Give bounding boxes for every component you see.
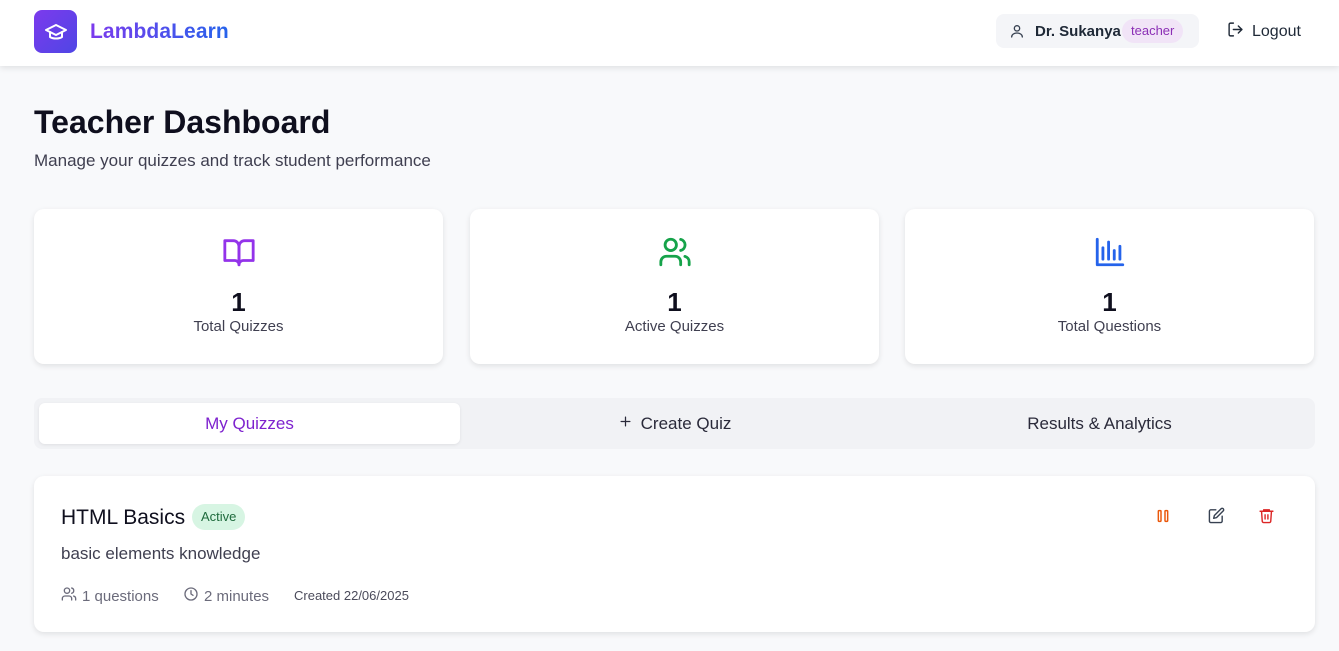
quiz-duration: 2 minutes	[183, 586, 269, 606]
stat-value: 1	[1102, 287, 1117, 317]
stat-value: 1	[667, 287, 682, 317]
book-open-icon	[222, 235, 256, 274]
tab-label: Create Quiz	[640, 413, 732, 433]
tab-my-quizzes[interactable]: My Quizzes	[39, 403, 460, 444]
quiz-description: basic elements knowledge	[61, 544, 261, 563]
edit-icon	[1208, 507, 1225, 529]
pause-button[interactable]	[1151, 506, 1175, 530]
logout-icon	[1227, 21, 1244, 43]
page-title: Teacher Dashboard	[34, 104, 331, 140]
quiz-title: HTML Basics	[61, 506, 186, 529]
top-navbar: LambdaLearn Dr. Sukanya teacher Logout	[0, 0, 1339, 66]
brand-name[interactable]: LambdaLearn	[90, 20, 229, 44]
duration-label: 2 minutes	[204, 587, 270, 605]
stat-card-total-quizzes: 1 Total Quizzes	[34, 209, 443, 364]
delete-button[interactable]	[1254, 506, 1278, 530]
stat-label: Total Quizzes	[193, 318, 284, 335]
role-badge: teacher	[1122, 19, 1184, 43]
users-icon	[61, 586, 77, 606]
stat-card-active-quizzes: 1 Active Quizzes	[470, 209, 879, 364]
tab-label: Results & Analytics	[1027, 413, 1172, 433]
graduation-cap-icon[interactable]	[34, 10, 77, 53]
dashboard-tabs: My Quizzes Create Quiz Results & Analyti…	[34, 398, 1315, 449]
user-name: Dr. Sukanya	[1035, 23, 1121, 40]
trash-icon	[1258, 507, 1275, 529]
status-badge: Active	[192, 504, 246, 530]
tab-results-analytics[interactable]: Results & Analytics	[889, 403, 1310, 444]
tab-create-quiz[interactable]: Create Quiz	[464, 403, 885, 444]
user-icon	[1009, 23, 1025, 44]
logout-button[interactable]: Logout	[1227, 20, 1301, 44]
question-count-label: 1 questions	[82, 587, 159, 605]
page-subtitle: Manage your quizzes and track student pe…	[34, 151, 431, 170]
stat-label: Total Questions	[1057, 318, 1162, 335]
users-icon	[658, 235, 692, 274]
pause-icon	[1155, 508, 1171, 529]
bar-chart-icon	[1093, 235, 1127, 274]
created-date: Created 22/06/2025	[294, 588, 409, 603]
quiz-card[interactable]: HTML Basics Active basic elements knowle…	[34, 476, 1315, 632]
edit-button[interactable]	[1204, 506, 1228, 530]
stat-value: 1	[231, 287, 246, 317]
clock-icon	[183, 586, 199, 606]
logout-label: Logout	[1252, 23, 1301, 40]
stat-label: Active Quizzes	[624, 318, 725, 335]
plus-icon	[618, 414, 633, 434]
tab-label: My Quizzes	[205, 413, 294, 433]
question-count: 1 questions	[61, 586, 159, 606]
stat-card-total-questions: 1 Total Questions	[905, 209, 1314, 364]
user-chip: Dr. Sukanya teacher	[996, 14, 1199, 48]
